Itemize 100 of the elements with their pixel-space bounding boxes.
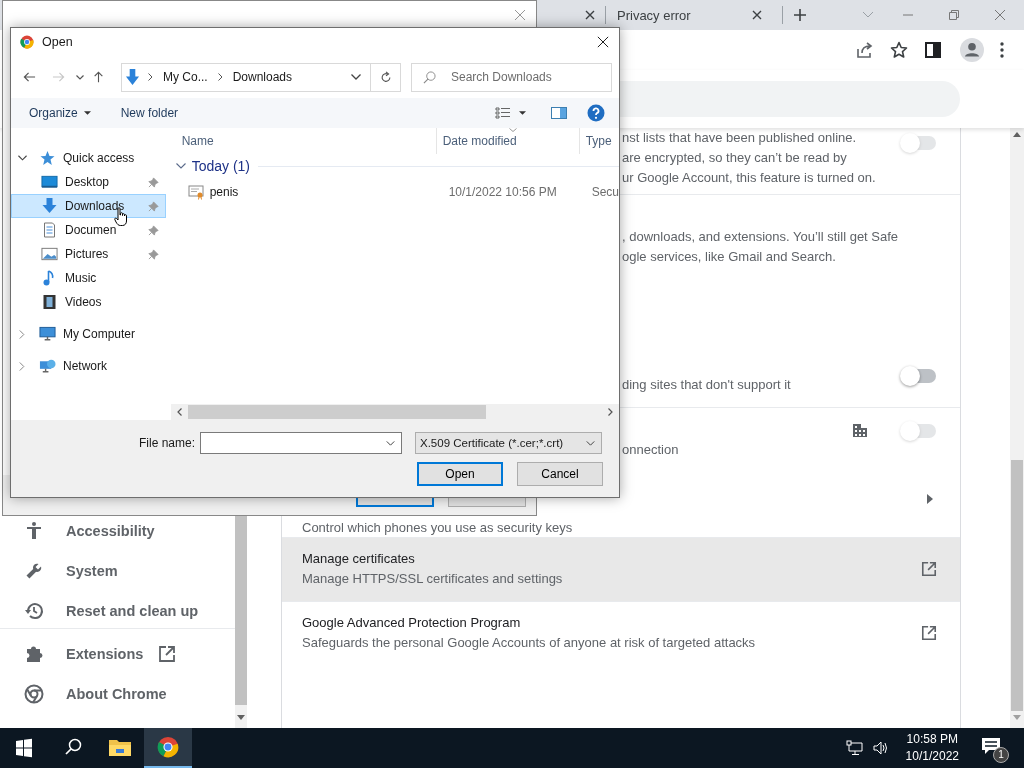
address-bar[interactable]: My Co... Downloads <box>121 62 401 92</box>
tree-item[interactable]: Pictures <box>11 242 166 266</box>
star-icon <box>39 150 56 166</box>
close-icon[interactable] <box>597 36 609 48</box>
row-description: onnection <box>622 441 680 459</box>
chevron-down-icon[interactable] <box>175 163 186 169</box>
accessibility-icon <box>24 521 44 541</box>
toggle-switch[interactable] <box>902 369 936 383</box>
pin-icon[interactable] <box>147 248 159 260</box>
volume-icon[interactable] <box>871 740 890 756</box>
search-field[interactable]: Search Downloads <box>411 62 612 92</box>
search-icon <box>423 70 436 84</box>
chrome-logo-icon <box>24 684 44 704</box>
scrollbar[interactable] <box>1010 128 1024 728</box>
scrollbar[interactable] <box>170 404 619 420</box>
restore-icon[interactable] <box>948 9 960 21</box>
caret-icon <box>83 111 91 115</box>
browser-tab[interactable]: Privacy error <box>606 0 772 30</box>
row-description: ur Google Account, this feature is turned on. <box>622 169 877 187</box>
chevron-down-icon[interactable] <box>18 155 27 161</box>
chevron-down-icon[interactable] <box>351 74 361 80</box>
share-icon[interactable] <box>856 41 874 59</box>
arrow-right-icon[interactable] <box>927 494 933 504</box>
settings-nav-item[interactable]: System <box>0 558 235 584</box>
chevron-down-icon <box>586 440 595 446</box>
profile-icon[interactable] <box>960 38 984 62</box>
settings-nav-item[interactable]: About Chrome <box>0 681 235 707</box>
breadcrumb[interactable]: My Co... <box>163 70 208 84</box>
pin-icon[interactable] <box>147 224 159 236</box>
column-header[interactable]: Name <box>170 128 437 154</box>
settings-nav-item[interactable]: Reset and clean up <box>0 598 235 624</box>
settings-nav-item[interactable]: Accessibility <box>0 518 235 544</box>
caret-icon[interactable] <box>519 111 526 115</box>
clock[interactable]: 10:58 PM 10/1/2022 <box>905 731 959 765</box>
tree-item[interactable]: Downloads <box>11 194 166 218</box>
row-description: ogle services, like Gmail and Search. <box>622 248 837 266</box>
row-description: Control which phones you use as security keys <box>302 519 574 537</box>
file-row[interactable]: penis 10/1/2022 10:56 PM Secu <box>170 178 619 206</box>
row-title: Google Advanced Protection Program <box>302 614 522 632</box>
network-icon[interactable] <box>845 740 864 756</box>
new-folder-button[interactable]: New folder <box>120 106 179 120</box>
back-icon[interactable] <box>23 71 36 83</box>
external-link-icon[interactable] <box>921 561 937 577</box>
up-arrow-icon[interactable] <box>92 71 105 83</box>
side-panel-icon[interactable] <box>924 41 942 59</box>
row-description: nst lists that have been published online. <box>622 129 858 147</box>
external-link-icon[interactable] <box>921 625 937 641</box>
download-arrow-icon <box>41 198 58 214</box>
taskbar-app[interactable] <box>144 728 192 768</box>
row-description: are encrypted, so they can’t be read by <box>622 149 848 167</box>
new-tab-icon[interactable] <box>793 8 807 22</box>
tab-close-icon[interactable] <box>585 10 595 20</box>
scroll-left-icon[interactable] <box>176 408 182 416</box>
tab-close-icon[interactable] <box>752 10 762 20</box>
network-icon <box>39 358 56 374</box>
group-header[interactable]: Today (1) <box>191 158 250 174</box>
tree-item[interactable]: Network <box>11 354 166 378</box>
scroll-right-icon[interactable] <box>608 408 613 416</box>
column-header[interactable]: Type <box>579 128 619 154</box>
building-icon <box>852 422 868 438</box>
chevron-down-icon[interactable] <box>76 74 84 80</box>
star-icon[interactable] <box>890 41 908 59</box>
dialog-button[interactable]: Open <box>417 462 503 486</box>
file-type-dropdown[interactable]: X.509 Certificate (*.cer;*.crt) <box>415 432 602 454</box>
dialog-button[interactable]: Cancel <box>517 462 603 486</box>
tree-item[interactable]: Documen <box>11 218 166 242</box>
tree-item[interactable]: Quick access <box>11 146 166 170</box>
film-icon <box>41 294 58 310</box>
tree-item[interactable]: Desktop <box>11 170 166 194</box>
dialog-title: Open <box>42 35 73 49</box>
certificate-icon <box>187 184 204 200</box>
refresh-icon[interactable] <box>380 70 392 84</box>
row-description: , downloads, and extensions. You’ll still get Safe <box>622 228 900 246</box>
puzzle-icon <box>24 644 44 664</box>
pin-icon[interactable] <box>147 176 159 188</box>
tree-item[interactable]: My Computer <box>11 322 166 346</box>
settings-nav-item[interactable]: Extensions <box>0 641 235 667</box>
row-description: ding sites that don't support it <box>622 376 792 394</box>
menu-icon[interactable] <box>1000 42 1004 58</box>
row-description: Safeguards the personal Google Accounts of anyone at risk of targeted attacks <box>302 634 757 652</box>
tree-item[interactable]: Videos <box>11 290 166 314</box>
folder-icon <box>108 737 132 759</box>
settings-row[interactable]: Manage certificates Manage HTTPS/SSL certificates and settings <box>282 538 960 602</box>
scroll-down-icon[interactable] <box>237 715 245 720</box>
view-icon[interactable] <box>495 107 511 119</box>
picture-icon <box>41 246 58 262</box>
row-title: Manage certificates <box>302 550 416 568</box>
sort-caret-icon <box>508 128 517 132</box>
settings-row[interactable]: Google Advanced Protection Program Safeguards the personal Google Accounts of anyone at risk of targeted attacks <box>282 602 960 667</box>
scroll-up-icon[interactable] <box>1013 132 1021 137</box>
preview-pane-icon[interactable] <box>551 107 567 119</box>
desktop-icon <box>41 174 58 190</box>
file-name-field[interactable] <box>200 432 402 454</box>
column-header[interactable]: Date modified <box>436 128 580 154</box>
document-icon <box>41 222 58 238</box>
breadcrumb[interactable]: Downloads <box>232 70 293 84</box>
organize-button[interactable]: Organize <box>29 106 91 120</box>
tree-item[interactable]: Music <box>11 266 166 290</box>
help-icon[interactable] <box>587 104 605 122</box>
chrome-logo-icon <box>156 736 180 758</box>
